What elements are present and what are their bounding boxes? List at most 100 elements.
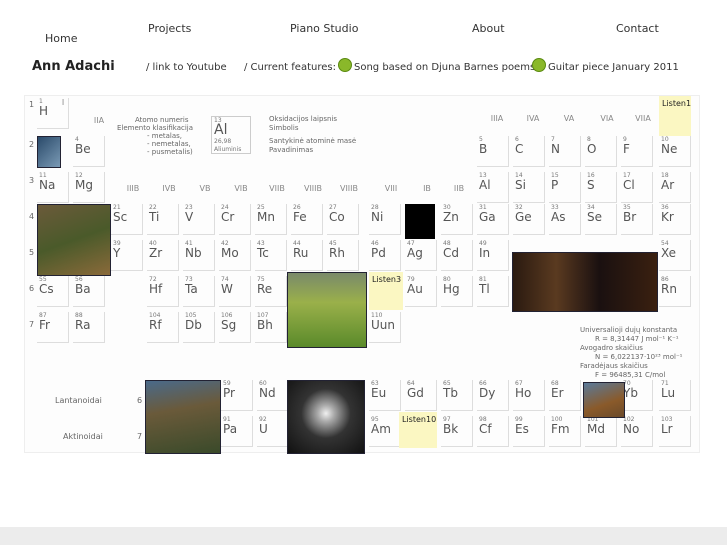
element-symbol: Al [479,178,491,192]
element-cell: 25 Mn [255,204,287,235]
element-cell: 110 Uun [369,312,401,343]
element-cell: 68 Er [549,380,581,411]
element-symbol: Ge [515,210,532,224]
avogadro-value: N = 6,022137·10²³ mol⁻¹ [595,353,683,361]
element-symbol: Hf [149,282,163,296]
element-cell: 95 Am [369,416,401,447]
element-symbol: Re [257,282,273,296]
element-cell: 70 Yb [621,380,653,411]
element-symbol: Db [185,318,202,332]
nav-about[interactable]: About [472,22,505,35]
element-symbol: W [221,282,233,296]
group-header: IIB [453,184,465,193]
photo-thumb[interactable] [512,252,658,312]
photo-thumb[interactable] [287,380,365,454]
green-dot-icon [532,58,546,72]
element-symbol: Bh [257,318,273,332]
element-symbol: Ti [149,210,160,224]
element-cell: 79 Au [405,276,437,307]
element-symbol: Ne [661,142,678,156]
element-symbol: Rh [329,246,345,260]
photo-thumb[interactable] [37,136,61,168]
element-cell: 80 Hg [441,276,473,307]
element-symbol: Zn [443,210,459,224]
element-symbol: V [185,210,194,224]
black-square [405,204,435,239]
element-cell: 5B [477,136,509,167]
element-cell: 15 P [549,172,581,203]
element-symbol: Nb [185,246,202,260]
listen3-button[interactable]: Listen3 [369,272,403,310]
element-symbol: P [551,178,559,192]
element-cell: 73 Ta [183,276,215,307]
element-cell: 97 Bk [441,416,473,447]
element-cell: 105 Db [183,312,215,343]
element-cell: 28 Ni [369,204,401,235]
youtube-link[interactable]: / link to Youtube [146,62,227,73]
element-symbol: Lu [661,386,676,400]
element-cell: 22 Ti [147,204,179,235]
period-7-series-label: 7 [137,432,143,441]
element-symbol: Cr [221,210,235,224]
element-cell: 49 In [477,240,509,271]
photo-thumb[interactable] [145,380,221,454]
element-symbol: Kr [661,210,674,224]
listen10-button[interactable]: Listen10 [399,412,437,448]
element-cell: 43 Tc [255,240,287,271]
element-symbol: Rf [149,318,162,332]
element-cell: 66 Dy [477,380,509,411]
period-label: 7 [29,320,35,329]
periodic-table: Atomo numeris Elemento klasifikacija - m… [24,95,700,454]
element-symbol: Ga [479,210,496,224]
group-header: VIII [384,184,398,193]
element-cell: 4 Be [73,136,105,167]
green-dot-icon [338,58,352,72]
nav-projects[interactable]: Projects [148,22,191,35]
element-cell: 46 Pd [369,240,401,271]
element-symbol: Lr [661,422,673,436]
element-cell: 18 Ar [659,172,691,203]
nav-contact[interactable]: Contact [616,22,659,35]
nav-home[interactable]: Home [45,32,77,45]
element-cell: 56 Ba [73,276,105,307]
feature-link-djuna[interactable]: Song based on Djuna Barnes poems [338,58,535,73]
element-symbol: Mg [75,178,93,192]
element-cell: 63 Eu [369,380,401,411]
element-cell: 99 Es [513,416,545,447]
element-cell: 107 Bh [255,312,287,343]
element-symbol: Nd [259,386,276,400]
period-label: 3 [29,176,35,185]
group-header: VIIB [269,184,285,193]
element-symbol: Zr [149,246,163,260]
element-cell: 67 Ho [513,380,545,411]
group-header: VA [563,114,575,123]
photo-thumb[interactable] [287,272,367,348]
element-cell: 87 Fr [37,312,69,343]
element-cell: 81 Tl [477,276,509,307]
element-symbol: Ru [293,246,309,260]
element-cell: 74 W [219,276,251,307]
group-header: VIB [234,184,248,193]
period-label: 2 [29,140,35,149]
feature-link-guitar[interactable]: Guitar piece January 2011 [532,58,679,73]
element-cell: 31 Ga [477,204,509,235]
legend-classification: Elemento klasifikacija [117,124,194,132]
site-title: Ann Adachi [32,59,115,74]
nav-piano-studio[interactable]: Piano Studio [290,22,358,35]
element-symbol: Be [75,142,91,156]
element-symbol: Tb [443,386,458,400]
element-symbol: Pd [371,246,386,260]
element-symbol: Fm [551,422,570,436]
element-symbol: Xe [661,246,677,260]
element-symbol: As [551,210,566,224]
listen1-button[interactable]: Listen1 [659,96,691,136]
photo-thumb[interactable] [37,204,111,276]
element-cell: 104 Rf [147,312,179,343]
legend-sample-mass: 26,98 [214,138,232,145]
group-header: VB [199,184,211,193]
element-cell: 59 Pr [221,380,253,411]
element-cell: 75 Re [255,276,287,307]
photo-thumb[interactable] [583,382,625,418]
element-cell: 88 Ra [73,312,105,343]
element-symbol: Y [113,246,121,260]
